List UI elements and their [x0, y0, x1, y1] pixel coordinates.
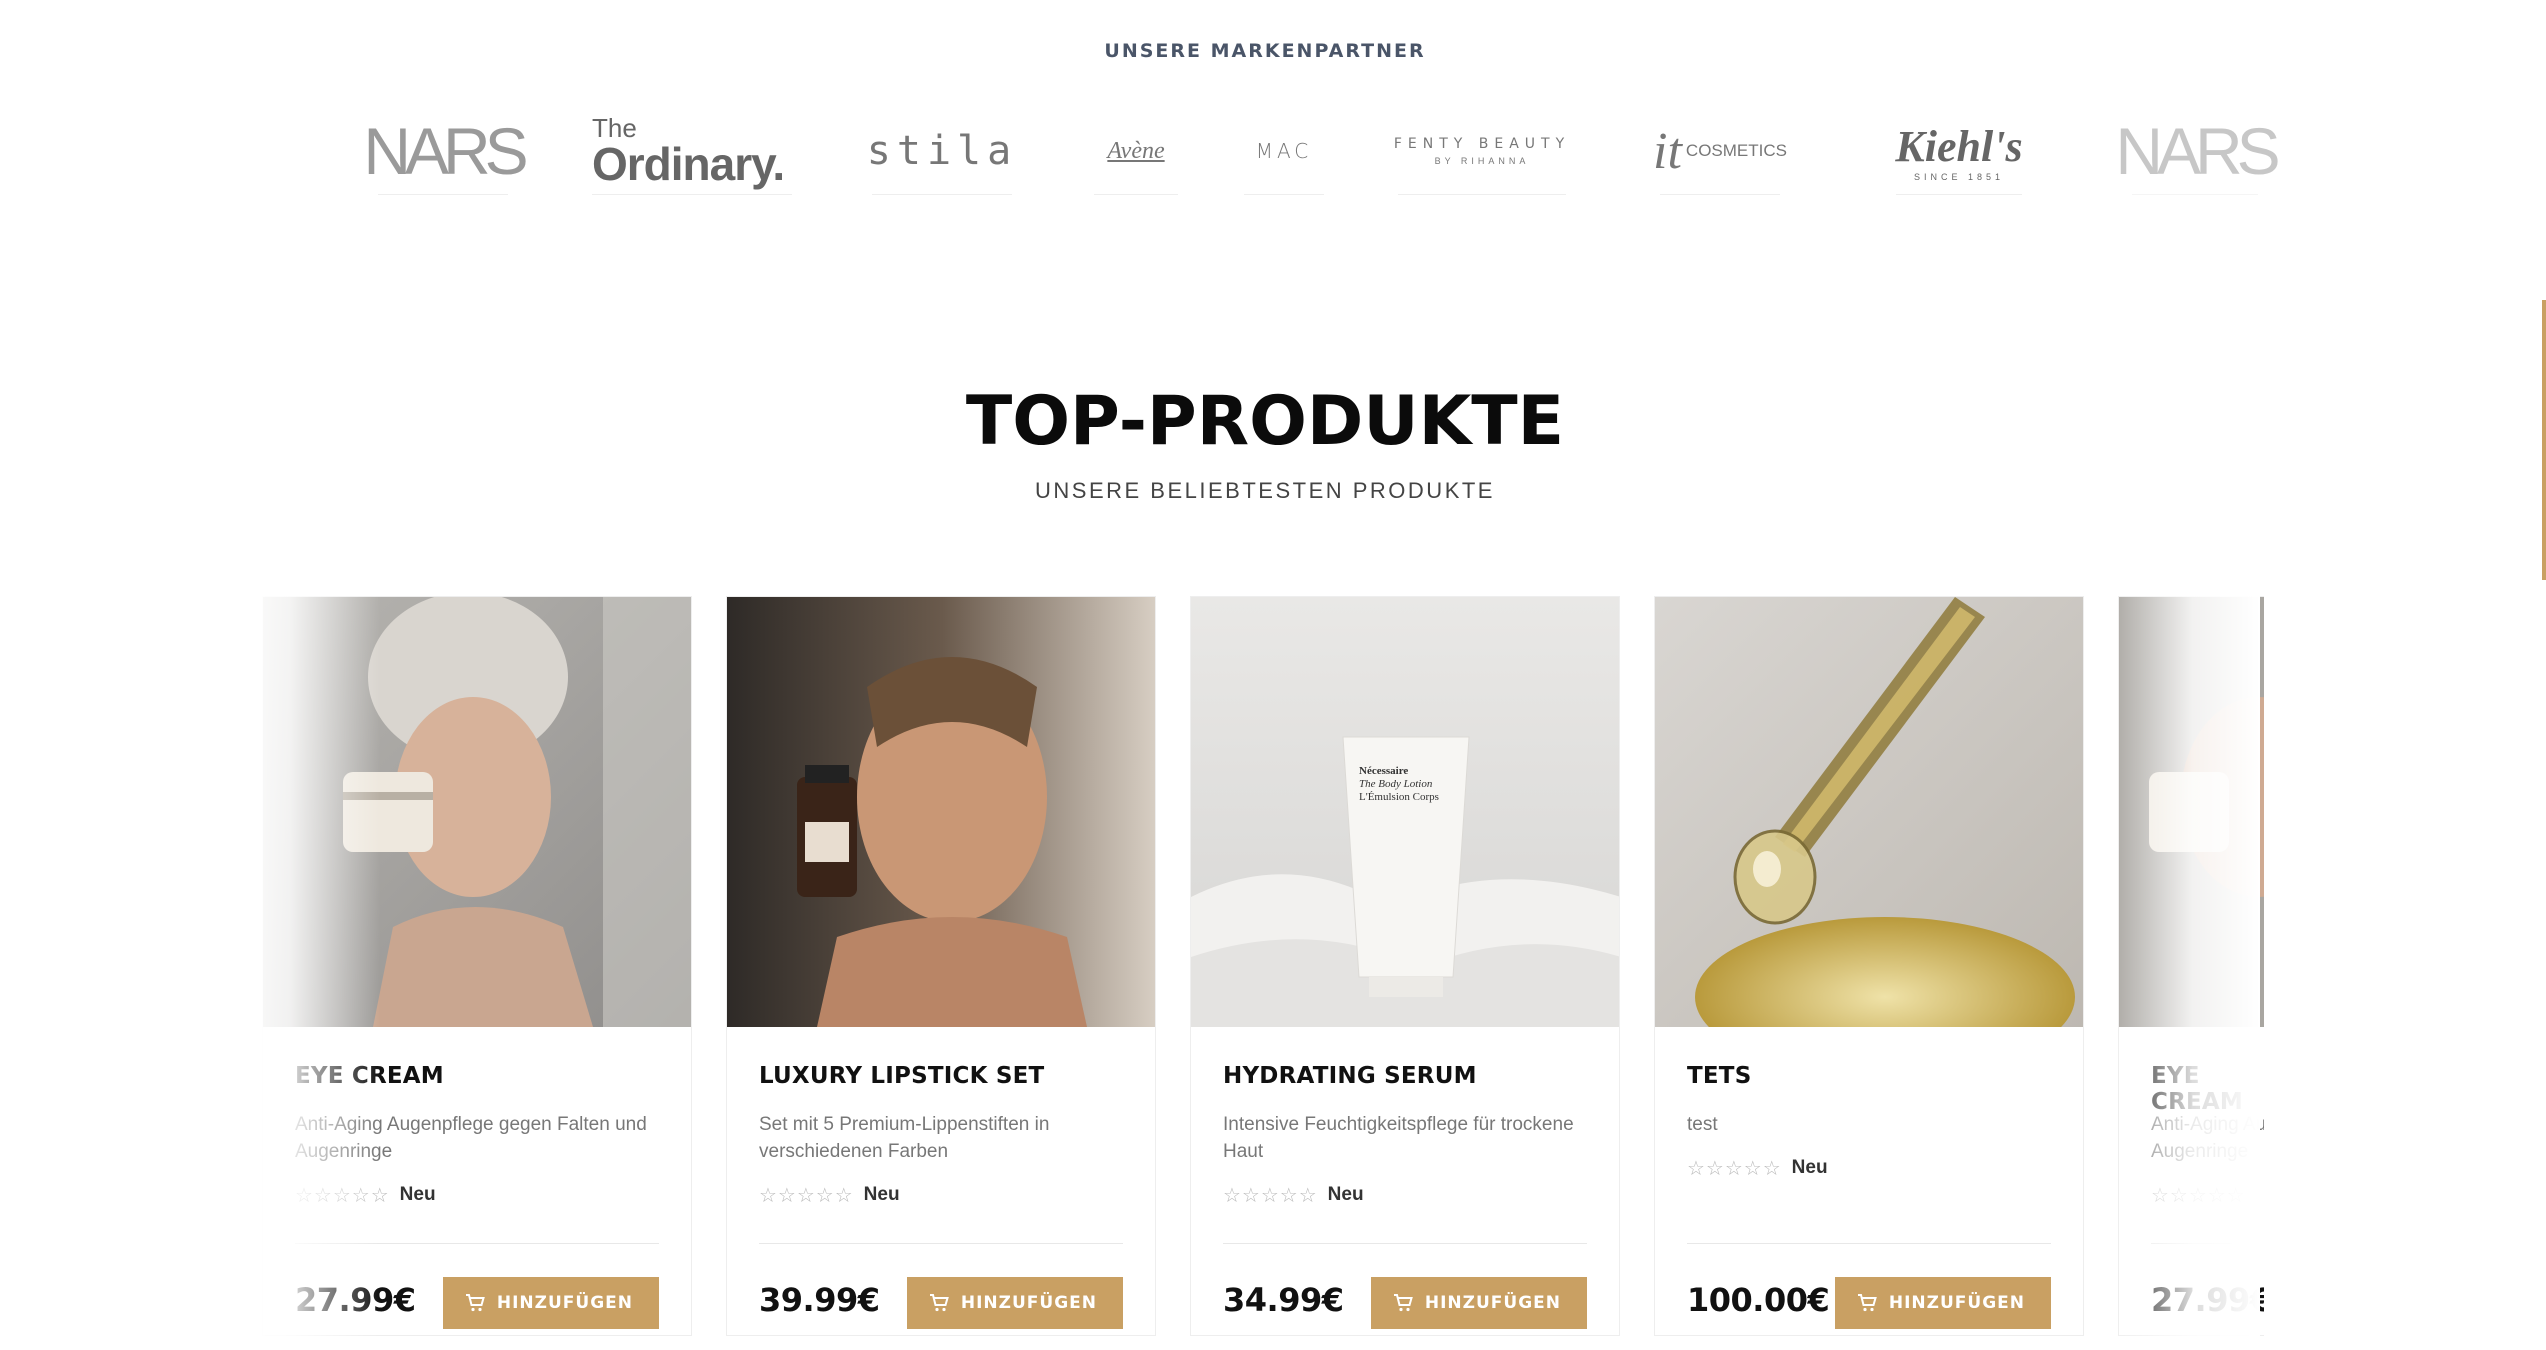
product-packaging-text: The Body Lotion	[1359, 778, 1433, 790]
product-rating: ☆☆☆☆☆ Neu	[759, 1183, 900, 1207]
add-to-cart-button[interactable]: HINZUFÜGEN	[442, 1277, 659, 1329]
cart-icon	[465, 1294, 485, 1312]
product-card[interactable]: EYE CREAM Anti-Aging Augenpflege gegen F…	[262, 596, 692, 1336]
brand-logo-text: Ordinary.	[592, 138, 785, 190]
add-to-cart-label: HINZUFÜGEN	[496, 1293, 633, 1313]
brand-logo-fenty-beauty[interactable]: FENTY BEAUTY BY RIHANNA	[1394, 108, 1566, 195]
brand-logo-text: Avène	[1107, 137, 1165, 164]
star-rating-icon: ☆☆☆☆☆	[759, 1183, 854, 1207]
brand-logo-the-ordinary[interactable]: The Ordinary.	[592, 108, 792, 195]
product-description: Set mit 5 Premium-Lippenstiften in versc…	[759, 1114, 1050, 1162]
product-rating: ☆☆☆☆☆ Neu	[1223, 1183, 1364, 1207]
card-divider	[1223, 1243, 1587, 1244]
product-card[interactable]: LUXURY LIPSTICK SET Set mit 5 Premium-Li…	[726, 596, 1156, 1336]
star-rating-icon: ☆☆☆☆☆	[2151, 1183, 2246, 1207]
product-image-luxury-lipstick-set[interactable]	[727, 597, 1155, 1027]
brand-logo-text: Kiehl's	[1895, 121, 2023, 171]
new-badge: Neu	[863, 1184, 900, 1205]
product-image-hydrating-serum[interactable]: Nécessaire The Body Lotion L'Émulsion Co…	[1191, 597, 1619, 1027]
brand-logo-text: NARS	[363, 114, 528, 188]
card-divider	[2151, 1243, 2232, 1244]
product-price: 27.99€	[295, 1281, 416, 1319]
new-badge: Neu	[1327, 1184, 1364, 1205]
add-to-cart-label: HINZUFÜGEN	[1424, 1293, 1561, 1313]
add-to-cart-button[interactable]: HINZUFÜGEN	[1370, 1277, 1587, 1329]
page-scrollbar[interactable]	[2542, 300, 2546, 580]
product-name[interactable]: EYE CREAM	[295, 1063, 444, 1089]
product-card[interactable]: Nécessaire The Body Lotion L'Émulsion Co…	[1190, 596, 1620, 1336]
product-name[interactable]: TETS	[1687, 1063, 1751, 1089]
card-divider	[1687, 1243, 2051, 1244]
brand-logo-pre: it	[1653, 122, 1682, 180]
add-to-cart-button[interactable]: HINZUFÜGEN	[1834, 1277, 2051, 1329]
product-card[interactable]: TETS test ☆☆☆☆☆ Neu 100.00€ HINZUFÜGEN	[1654, 596, 2084, 1336]
add-to-cart-button[interactable]: HINZUFÜGEN	[906, 1277, 1123, 1329]
product-rating: ☆☆☆☆☆ Neu	[295, 1183, 436, 1207]
product-description: test	[1687, 1114, 1718, 1135]
product-image-eye-cream[interactable]	[263, 597, 691, 1027]
brand-logo-it-cosmetics[interactable]: it COSMETICS	[1653, 108, 1787, 195]
brand-logo-mac[interactable]: MAC	[1244, 108, 1324, 195]
product-card[interactable]: EYE CREAM Anti-Aging Augenpflege gegen F…	[2118, 596, 2264, 1336]
brand-logo-text: NARS	[2115, 114, 2280, 188]
product-packaging-text: L'Émulsion Corps	[1359, 791, 1439, 803]
product-description: Anti-Aging Augenpflege gegen Falten und …	[295, 1114, 647, 1162]
brand-logo-kiehls[interactable]: Kiehl's SINCE 1851	[1895, 108, 2023, 195]
new-badge: Neu	[399, 1184, 436, 1205]
product-price: 27.99€	[2151, 1281, 2264, 1319]
brand-logo-sub: BY RIHANNA	[1434, 156, 1530, 166]
product-name[interactable]: LUXURY LIPSTICK SET	[759, 1063, 1044, 1089]
product-price: 100.00€	[1687, 1281, 1830, 1319]
section-subtitle: UNSERE BELIEBTESTEN PRODUKTE	[1035, 478, 1495, 503]
product-image-tets[interactable]	[1655, 597, 2083, 1027]
product-price: 34.99€	[1223, 1281, 1344, 1319]
product-description: Intensive Feuchtigkeitspflege für trocke…	[1223, 1114, 1574, 1162]
star-rating-icon: ☆☆☆☆☆	[295, 1183, 390, 1207]
product-price: 39.99€	[759, 1281, 880, 1319]
add-to-cart-label: HINZUFÜGEN	[960, 1293, 1097, 1313]
brand-logo-text: FENTY BEAUTY	[1393, 136, 1571, 152]
brand-logo-nars[interactable]: NARS	[363, 108, 529, 195]
cart-icon	[1857, 1294, 1877, 1312]
brand-logo-sub: SINCE 1851	[1913, 171, 2005, 182]
product-packaging-text: Nécessaire	[1359, 765, 1409, 777]
star-rating-icon: ☆☆☆☆☆	[1687, 1156, 1782, 1180]
card-divider	[295, 1243, 659, 1244]
section-title: TOP-PRODUKTE	[965, 382, 1565, 461]
cart-icon	[929, 1294, 949, 1312]
card-divider	[759, 1243, 1123, 1244]
brand-logo-text: COSMETICS	[1685, 141, 1787, 160]
brands-heading: UNSERE MARKENPARTNER	[1104, 40, 1426, 62]
product-name[interactable]: EYE CREAM	[2151, 1063, 2264, 1115]
star-rating-icon: ☆☆☆☆☆	[1223, 1183, 1318, 1207]
product-name[interactable]: HYDRATING SERUM	[1223, 1063, 1477, 1089]
cart-icon	[1393, 1294, 1413, 1312]
brand-logo-avene[interactable]: Avène	[1094, 108, 1178, 195]
brand-logo-stila[interactable]: stila	[867, 108, 1012, 195]
product-rating: ☆☆☆☆☆ Neu	[1687, 1156, 1828, 1180]
brand-logo-nars-repeat[interactable]: NARS	[2115, 108, 2281, 195]
brand-logo-text: stila	[866, 128, 1018, 174]
brand-logo-text: MAC	[1255, 139, 1313, 163]
product-description: Anti-Aging Augenpflege gegen Falten und …	[2151, 1114, 2264, 1162]
product-image-eye-cream-repeat[interactable]	[2119, 597, 2264, 1027]
add-to-cart-label: HINZUFÜGEN	[1888, 1293, 2025, 1313]
product-rating: ☆☆☆☆☆	[2151, 1183, 2246, 1207]
new-badge: Neu	[1791, 1157, 1828, 1178]
